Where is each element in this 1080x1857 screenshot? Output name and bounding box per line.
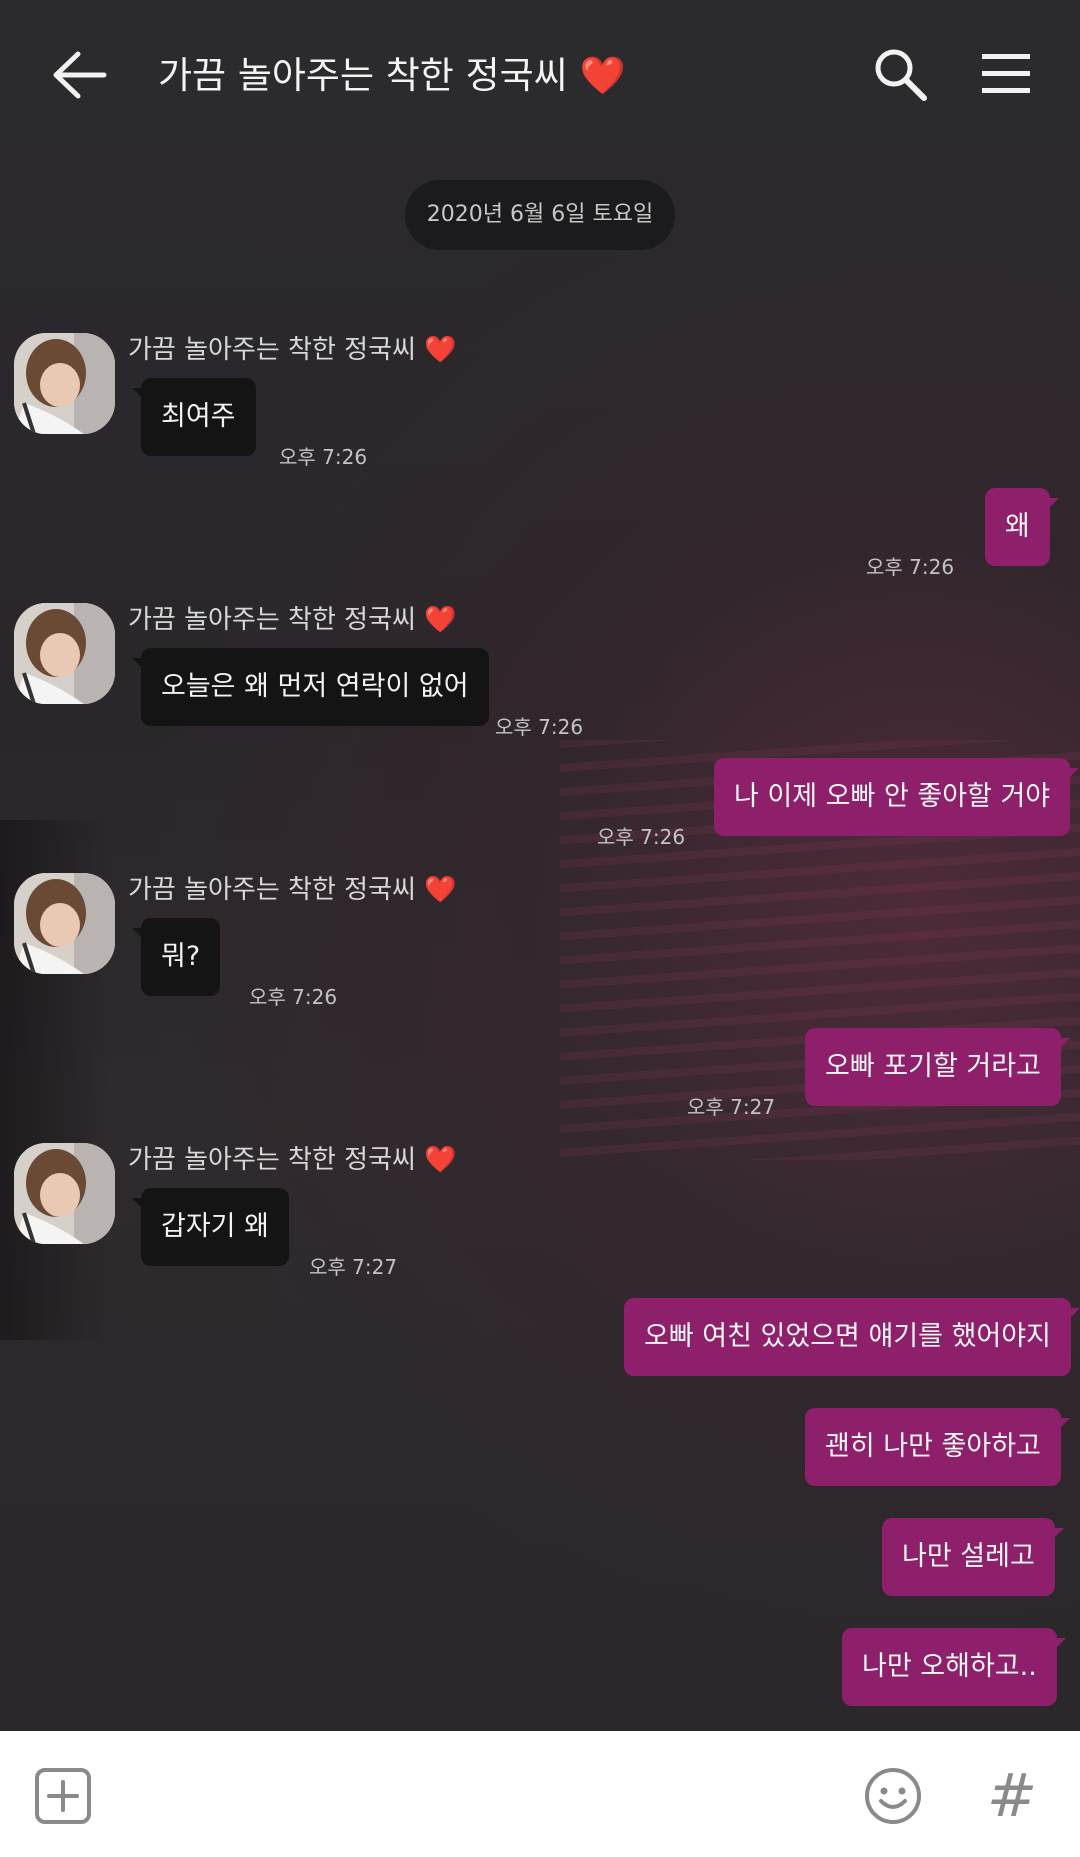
message-input-bar: #: [0, 1731, 1080, 1857]
hashtag-button[interactable]: #: [982, 1761, 1042, 1831]
heart-icon: ❤️: [424, 875, 457, 905]
message-bubble-outgoing[interactable]: 나만 오해하고..: [842, 1628, 1066, 1706]
heart-icon: ❤️: [424, 605, 457, 635]
message-bubble-incoming[interactable]: 뭐?: [131, 918, 221, 996]
sender-name-text: 가끔 놀아주는 착한 정국씨: [128, 335, 416, 365]
heart-icon: ❤️: [424, 335, 457, 365]
arrow-left-icon: [53, 51, 107, 99]
back-button[interactable]: [48, 48, 108, 102]
avatar-photo: [14, 333, 115, 434]
search-icon: [875, 49, 927, 101]
date-divider: 2020년 6월 6일 토요일: [405, 180, 675, 250]
avatar-photo: [14, 873, 115, 974]
sender-name-text: 가끔 놀아주는 착한 정국씨: [128, 1145, 416, 1175]
search-button[interactable]: [872, 46, 928, 102]
smiley-icon: [865, 1768, 921, 1824]
hamburger-menu-icon: [982, 54, 1030, 93]
heart-icon: ❤️: [579, 54, 626, 97]
message-time: 오후 7:27: [309, 1255, 398, 1279]
contact-avatar[interactable]: [14, 333, 115, 434]
contact-avatar[interactable]: [14, 603, 115, 704]
sender-name: 가끔 놀아주는 착한 정국씨 ❤️: [128, 330, 457, 370]
message-bubble-incoming[interactable]: 최여주: [132, 378, 256, 456]
message-bubble-incoming[interactable]: 갑자기 왜: [132, 1188, 289, 1266]
message-time: 오후 7:26: [249, 985, 338, 1009]
avatar-photo: [14, 1143, 115, 1244]
heart-icon: ❤️: [424, 1145, 457, 1175]
menu-button[interactable]: [982, 52, 1030, 96]
plus-square-icon: [35, 1768, 91, 1824]
message-bubble-incoming[interactable]: 오늘은 왜 먼저 연락이 없어: [132, 648, 489, 726]
message-bubble-outgoing[interactable]: 오빠 포기할 거라고: [805, 1028, 1070, 1106]
attach-button[interactable]: [34, 1767, 92, 1825]
sender-name: 가끔 놀아주는 착한 정국씨 ❤️: [128, 870, 457, 910]
message-bubble-outgoing[interactable]: 나만 설레고: [882, 1518, 1064, 1596]
contact-avatar[interactable]: [14, 873, 115, 974]
message-time: 오후 7:27: [687, 1095, 776, 1119]
chat-header: 가끔 놀아주는 착한 정국씨 ❤️: [0, 0, 1080, 150]
sender-name-text: 가끔 놀아주는 착한 정국씨: [128, 875, 416, 905]
sender-name: 가끔 놀아주는 착한 정국씨 ❤️: [128, 600, 457, 640]
message-time: 오후 7:26: [866, 555, 955, 579]
chat-title-text: 가끔 놀아주는 착한 정국씨: [158, 54, 568, 97]
message-bubble-outgoing[interactable]: 나 이제 오빠 안 좋아할 거야: [714, 758, 1080, 836]
message-bubble-outgoing[interactable]: 왜: [985, 488, 1059, 566]
message-bubble-outgoing[interactable]: 오빠 여친 있었으면 얘기를 했어야지: [624, 1298, 1080, 1376]
message-bubble-outgoing[interactable]: 괜히 나만 좋아하고: [805, 1408, 1070, 1486]
chat-title: 가끔 놀아주는 착한 정국씨 ❤️: [158, 46, 626, 106]
emoji-button[interactable]: [864, 1767, 922, 1825]
contact-avatar[interactable]: [14, 1143, 115, 1244]
avatar-photo: [14, 603, 115, 704]
message-time: 오후 7:26: [279, 445, 368, 469]
message-time: 오후 7:26: [597, 825, 686, 849]
message-time: 오후 7:26: [495, 715, 584, 739]
sender-name: 가끔 놀아주는 착한 정국씨 ❤️: [128, 1140, 457, 1180]
sender-name-text: 가끔 놀아주는 착한 정국씨: [128, 605, 416, 635]
